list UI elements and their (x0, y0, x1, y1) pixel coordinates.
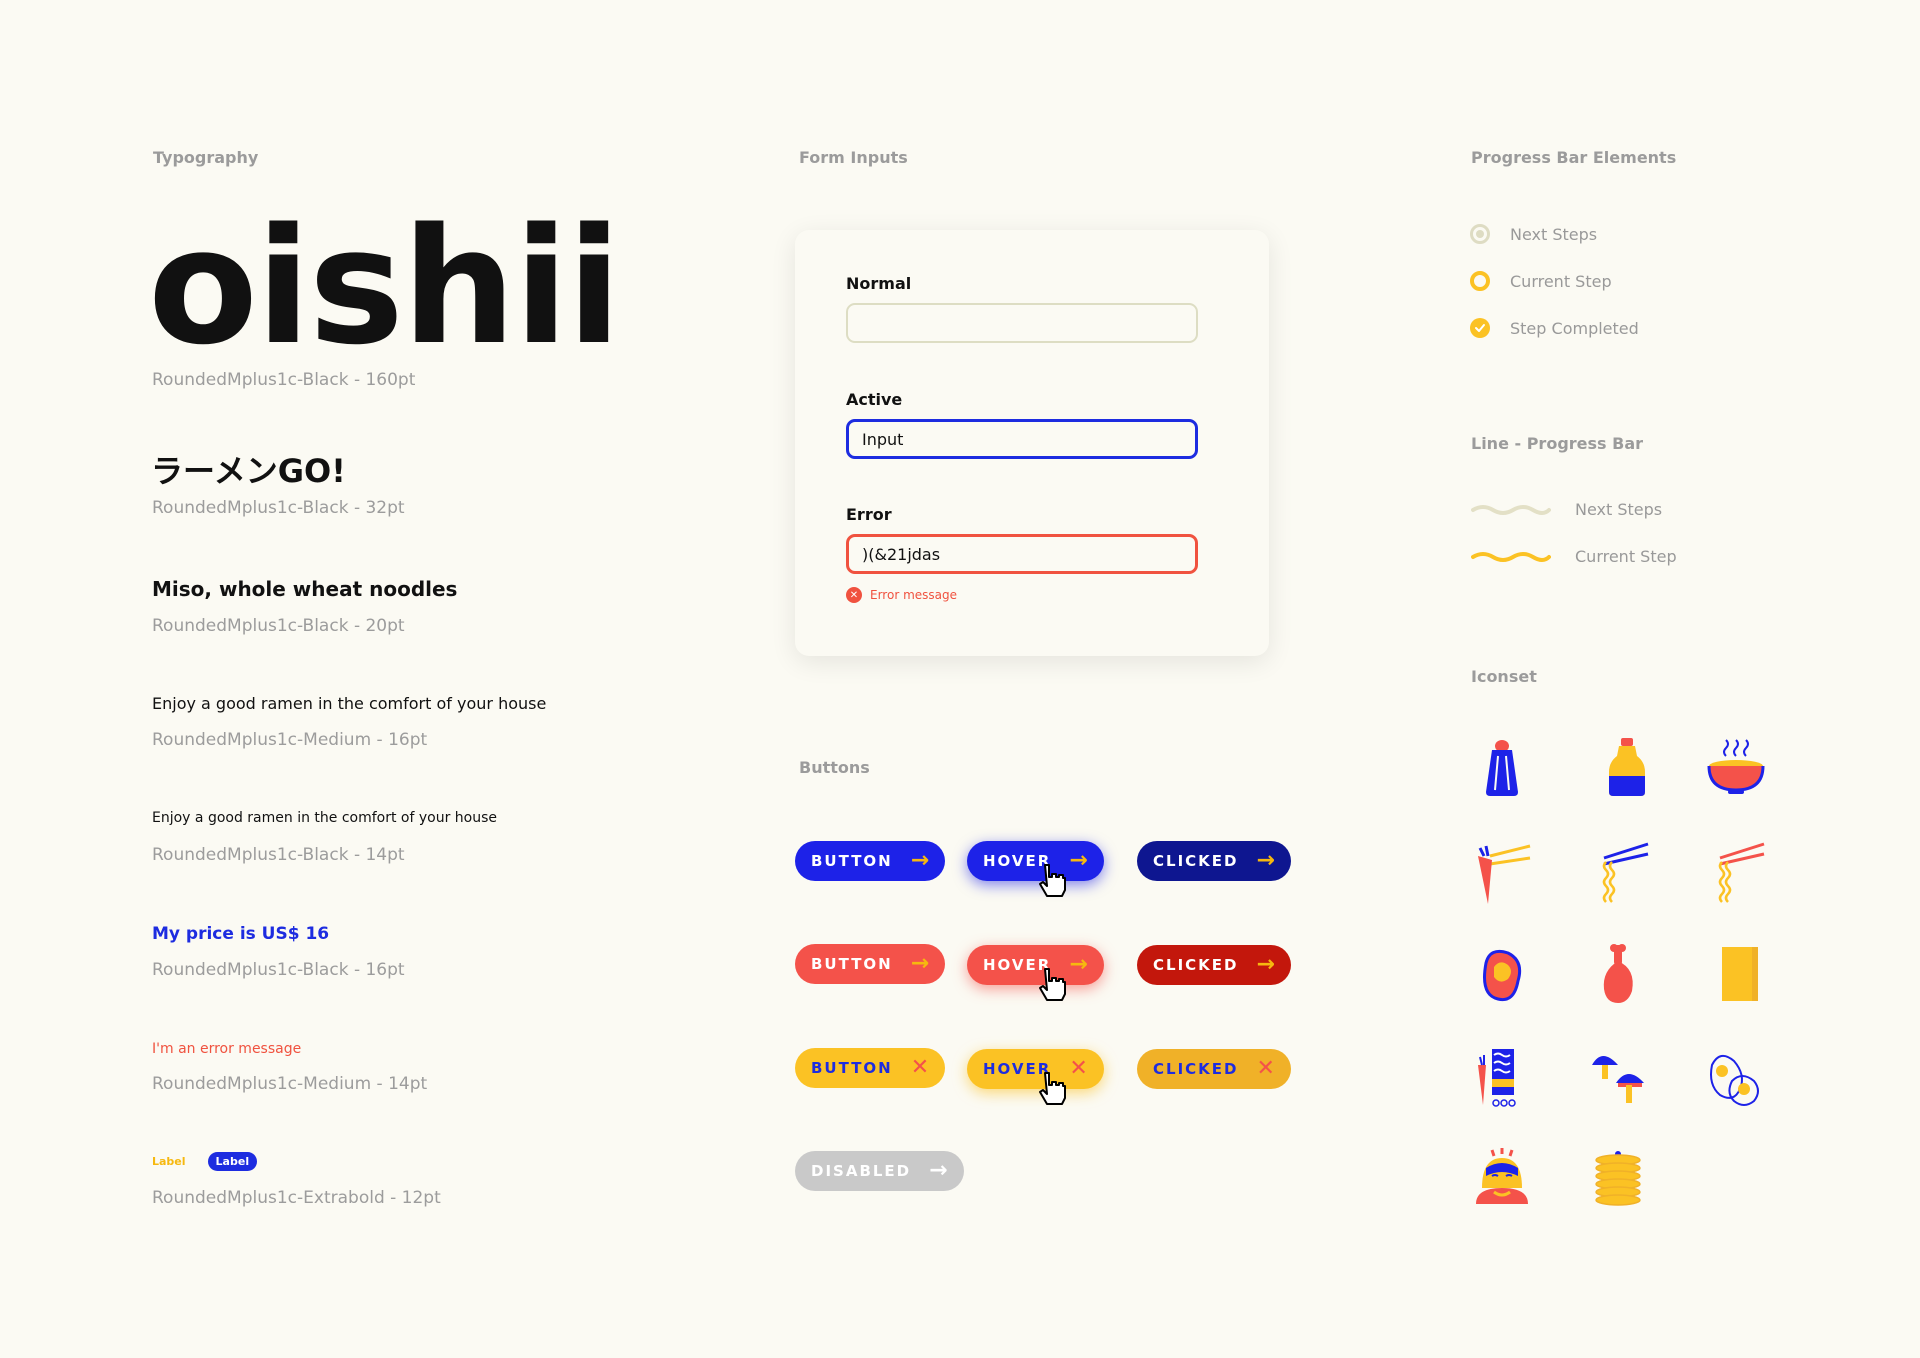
price-text: My price is US$ 16 (152, 924, 330, 944)
type-caption: RoundedMplus1c-Black - 16pt (152, 960, 405, 980)
hand-cursor-icon (1039, 968, 1066, 1001)
check-icon (1470, 318, 1490, 338)
blue-button[interactable]: BUTTON → (795, 841, 946, 881)
carrot-chopsticks-icon (1478, 844, 1531, 904)
step-next-dot-icon (1470, 224, 1490, 244)
active-field-label: Active (846, 390, 903, 409)
active-input[interactable] (846, 419, 1198, 459)
close-x-icon: ✕ (1069, 1056, 1088, 1081)
wavy-line-next-icon (1471, 504, 1551, 515)
step-current-ring-icon (1470, 271, 1490, 291)
error-message-label: Error message (870, 588, 957, 602)
arrow-right-icon: → (1256, 952, 1275, 977)
meat-icon (1483, 949, 1522, 1002)
type-caption: RoundedMplus1c-Black - 32pt (152, 498, 405, 518)
line-label: Current Step (1575, 547, 1677, 566)
body-text-14: Enjoy a good ramen in the comfort of you… (152, 810, 498, 826)
iconset-section-title: Iconset (1471, 667, 1537, 686)
arrow-right-icon: → (1069, 952, 1088, 977)
soy-sauce-icon (1609, 738, 1645, 796)
blue-button-hover[interactable]: HOVER → (967, 841, 1104, 881)
normal-input[interactable] (846, 303, 1198, 343)
yellow-button-hover[interactable]: HOVER ✕ (967, 1049, 1104, 1089)
step-current: Current Step (1470, 271, 1612, 291)
body-text-16: Enjoy a good ramen in the comfort of you… (152, 694, 547, 713)
yellow-button-clicked[interactable]: CLICKED ✕ (1137, 1049, 1291, 1089)
error-x-icon: ✕ (846, 587, 862, 603)
yellow-button[interactable]: BUTTON ✕ (795, 1048, 946, 1088)
hand-cursor-icon (1039, 864, 1066, 897)
type-caption: RoundedMplus1c-Medium - 16pt (152, 730, 428, 750)
arrow-right-icon: → (910, 848, 930, 873)
arrow-right-icon: → (910, 951, 930, 976)
chicken-leg-icon (1603, 944, 1633, 1003)
wavy-line-current-icon (1471, 551, 1551, 562)
line-progress-title: Line - Progress Bar (1471, 434, 1644, 453)
normal-field-label: Normal (846, 274, 912, 293)
button-label: CLICKED (1153, 852, 1239, 870)
error-message-text: I'm an error message (152, 1041, 302, 1057)
typography-section-title: Typography (153, 148, 259, 167)
ramen-bowl-icon (1707, 739, 1765, 794)
type-caption: RoundedMplus1c-Black - 160pt (152, 370, 416, 390)
step-next: Next Steps (1470, 224, 1597, 244)
arrow-right-icon: → (929, 1158, 948, 1183)
noodles-blue-chopsticks-icon (1602, 842, 1649, 903)
step-label: Current Step (1510, 271, 1612, 291)
button-label: CLICKED (1153, 1060, 1239, 1078)
label-pill: Label (207, 1152, 258, 1171)
error-input[interactable] (846, 534, 1198, 574)
type-caption: RoundedMplus1c-Black - 14pt (152, 845, 405, 865)
brand-heading: oishii (148, 193, 622, 380)
button-label: BUTTON (811, 955, 893, 973)
close-x-icon: ✕ (910, 1055, 930, 1080)
noodles-red-chopsticks-icon (1718, 842, 1765, 903)
label-plain: Label (152, 1155, 186, 1168)
line-next: Next Steps (1471, 500, 1662, 519)
type-caption: RoundedMplus1c-Black - 20pt (152, 616, 405, 636)
chef-character-icon (1476, 1148, 1528, 1204)
error-field-label: Error (846, 505, 892, 524)
arrow-right-icon: → (1069, 848, 1088, 873)
red-button[interactable]: BUTTON → (795, 944, 946, 984)
type-caption: RoundedMplus1c-Medium - 14pt (152, 1074, 428, 1094)
step-label: Next Steps (1510, 224, 1598, 244)
label-samples: Label Label (152, 1152, 258, 1171)
disabled-button[interactable]: DISABLED → (795, 1151, 964, 1191)
line-label: Next Steps (1575, 500, 1663, 519)
form-card: Normal Active Error ✕ Error message (795, 230, 1269, 656)
red-button-hover[interactable]: HOVER → (967, 945, 1104, 985)
close-x-icon: ✕ (1256, 1056, 1275, 1081)
subheading: Miso, whole wheat noodles (152, 577, 458, 601)
type-caption: RoundedMplus1c-Extrabold - 12pt (152, 1188, 441, 1208)
red-button-clicked[interactable]: CLICKED → (1137, 945, 1291, 985)
progress-section-title: Progress Bar Elements (1471, 148, 1677, 167)
salt-shaker-icon (1486, 740, 1518, 796)
arrow-right-icon: → (1256, 848, 1275, 873)
blue-button-clicked[interactable]: CLICKED → (1137, 841, 1291, 881)
line-current: Current Step (1471, 547, 1677, 566)
step-completed: Step Completed (1470, 318, 1639, 338)
hand-cursor-icon (1039, 1072, 1066, 1105)
mushrooms-icon (1592, 1056, 1644, 1103)
ingredients-icon (1478, 1049, 1516, 1107)
buttons-section-title: Buttons (799, 758, 870, 777)
button-label: BUTTON (811, 1059, 893, 1077)
form-inputs-section-title: Form Inputs (799, 148, 908, 167)
error-message: ✕ Error message (846, 587, 957, 603)
nori-sheet-icon (1722, 947, 1758, 1001)
button-label: BUTTON (811, 852, 893, 870)
fish-cake-stack-icon (1595, 1151, 1641, 1206)
step-label: Step Completed (1510, 318, 1639, 338)
button-label: DISABLED (811, 1162, 912, 1180)
button-label: CLICKED (1153, 956, 1239, 974)
japanese-heading: ラーメンGO! (151, 452, 346, 490)
eggs-icon (1710, 1054, 1759, 1106)
